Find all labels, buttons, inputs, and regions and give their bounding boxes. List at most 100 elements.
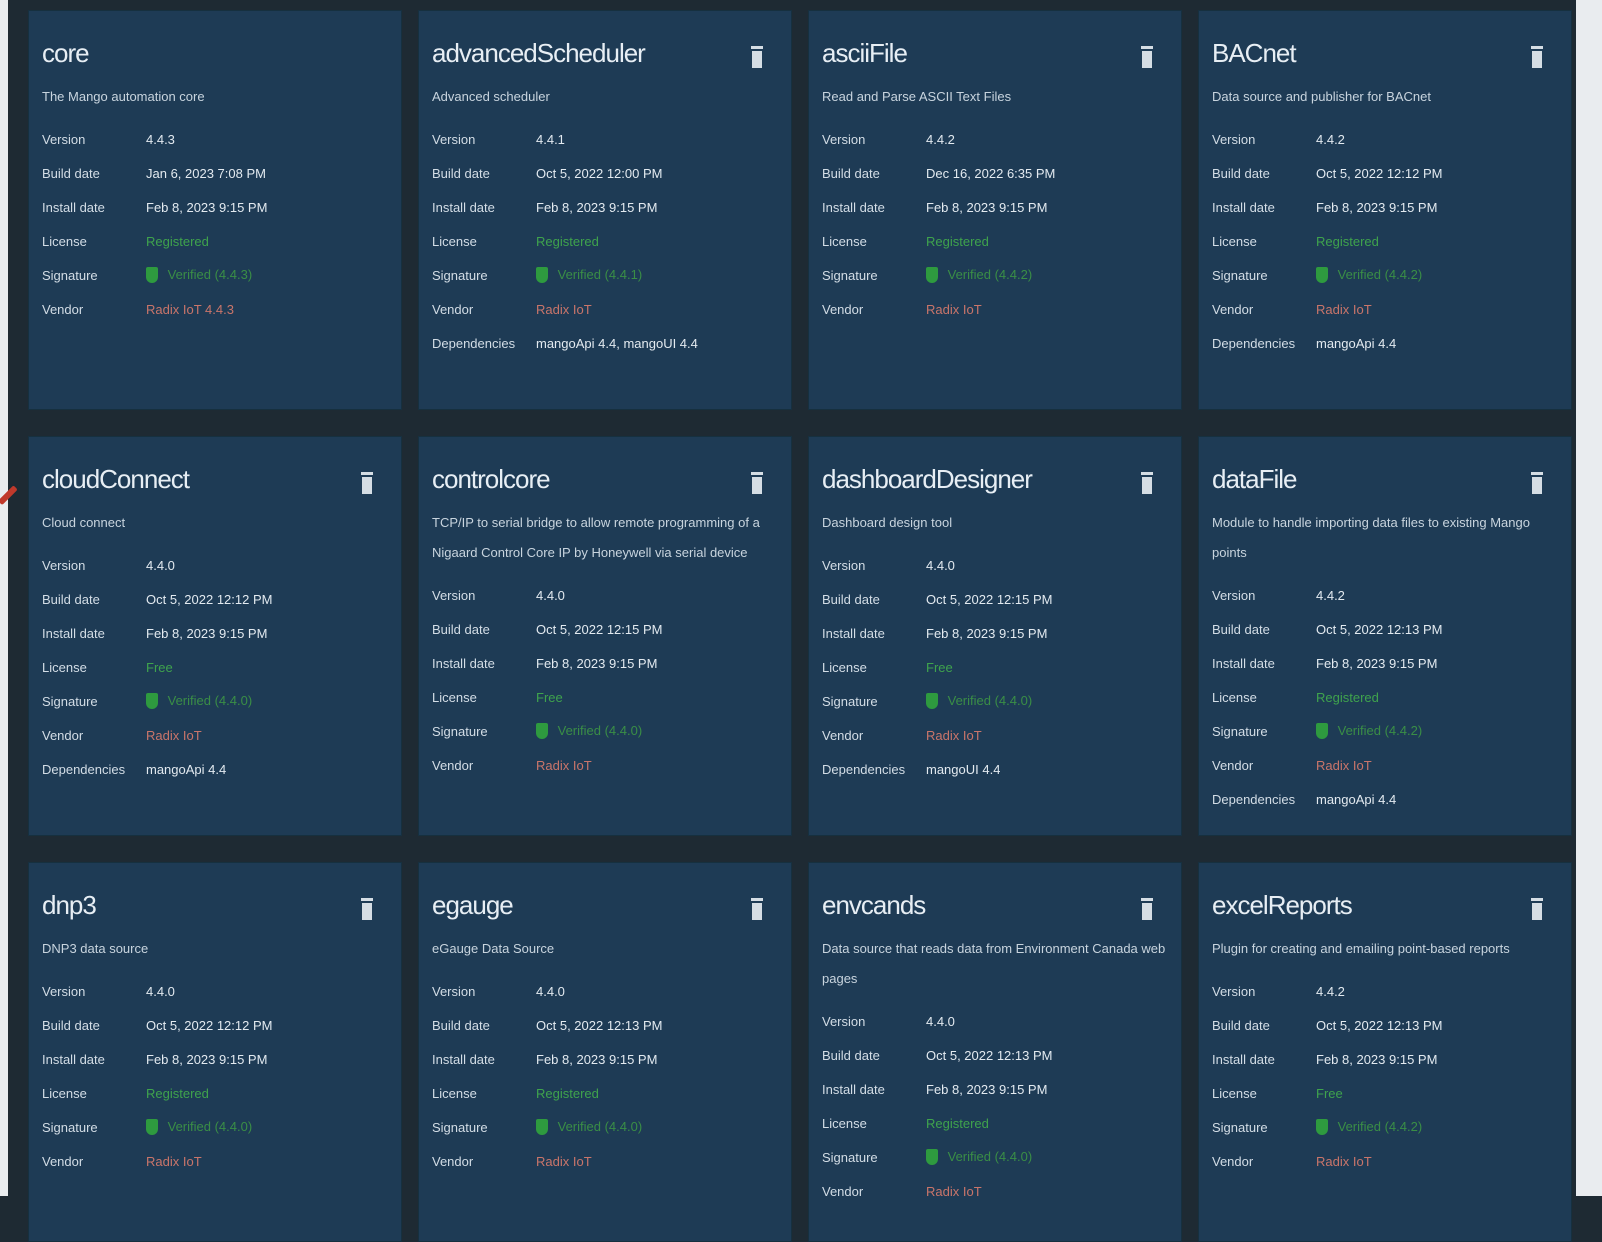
version-value: 4.4.0 [536, 587, 565, 603]
license-value: Free [926, 659, 953, 675]
version-label: Version [432, 587, 476, 603]
build-date-row: Build date Oct 5, 2022 12:13 PM [1212, 612, 1558, 646]
delete-icon[interactable] [751, 46, 763, 68]
signature-label: Signature [42, 693, 98, 709]
module-name: dnp3 [42, 890, 97, 920]
version-row: Version 4.4.0 [42, 974, 388, 1008]
signature-row: Signature Verified (4.4.2) [1212, 1110, 1558, 1144]
install-date-row: Install date Feb 8, 2023 9:15 PM [822, 616, 1168, 650]
module-name: asciiFile [822, 38, 908, 68]
license-label: License [1212, 233, 1257, 249]
vendor-value[interactable]: Radix IoT [146, 728, 202, 743]
build-date-label: Build date [42, 591, 100, 607]
license-label: License [42, 1085, 87, 1101]
build-date-label: Build date [432, 165, 490, 181]
build-date-label: Build date [42, 165, 100, 181]
dependencies-label: Dependencies [822, 761, 906, 777]
version-value: 4.4.0 [926, 1013, 955, 1029]
signature-value: Verified (4.4.2) [1337, 266, 1423, 282]
delete-icon[interactable] [751, 898, 763, 920]
vendor-label: Vendor [432, 1153, 474, 1169]
module-card: dnp3 DNP3 data source Version 4.4.0 Buil… [28, 862, 402, 1242]
shield-check-icon [1316, 1119, 1328, 1136]
delete-icon[interactable] [361, 898, 373, 920]
vendor-value[interactable]: Radix IoT [926, 1184, 982, 1199]
license-row: License Registered [42, 1076, 388, 1110]
build-date-value: Oct 5, 2022 12:13 PM [1316, 621, 1443, 637]
version-value: 4.4.3 [146, 131, 175, 147]
module-card: asciiFile Read and Parse ASCII Text File… [808, 10, 1182, 410]
build-date-value: Jan 6, 2023 7:08 PM [146, 165, 266, 181]
signature-value: Verified (4.4.2) [1337, 1118, 1423, 1134]
signature-label: Signature [822, 267, 878, 283]
module-card: excelReports Plugin for creating and ema… [1198, 862, 1572, 1242]
module-card: BACnet Data source and publisher for BAC… [1198, 10, 1572, 410]
vendor-value[interactable]: Radix IoT [926, 728, 982, 743]
shield-check-icon [1316, 723, 1328, 740]
install-date-row: Install date Feb 8, 2023 9:15 PM [1212, 1042, 1558, 1076]
vendor-value[interactable]: Radix IoT [1316, 758, 1372, 773]
vendor-value[interactable]: Radix IoT [536, 302, 592, 317]
signature-value: Verified (4.4.2) [1337, 722, 1423, 738]
license-value: Registered [146, 1085, 209, 1101]
module-description: Data source that reads data from Environ… [822, 941, 1166, 986]
module-card: dashboardDesigner Dashboard design tool … [808, 436, 1182, 836]
delete-icon[interactable] [751, 472, 763, 494]
build-date-row: Build date Oct 5, 2022 12:00 PM [432, 156, 778, 190]
shield-check-icon [146, 693, 158, 710]
signature-label: Signature [42, 1119, 98, 1135]
vendor-value[interactable]: Radix IoT [536, 758, 592, 773]
version-row: Version 4.4.3 [42, 122, 388, 156]
vendor-value[interactable]: Radix IoT [1316, 1154, 1372, 1169]
license-value: Free [146, 659, 173, 675]
version-label: Version [42, 131, 86, 147]
shield-check-icon [536, 1119, 548, 1136]
version-label: Version [42, 557, 86, 573]
delete-icon[interactable] [1531, 472, 1543, 494]
install-date-label: Install date [42, 625, 105, 641]
version-label: Version [432, 983, 476, 999]
vendor-value[interactable]: Radix IoT [536, 1154, 592, 1169]
vendor-row: Vendor Radix IoT [822, 718, 1168, 752]
vendor-row: Vendor Radix IoT [822, 1174, 1168, 1208]
vendor-row: Vendor Radix IoT [432, 292, 778, 326]
vendor-value[interactable]: Radix IoT [146, 1154, 202, 1169]
build-date-value: Oct 5, 2022 12:15 PM [926, 591, 1053, 607]
vendor-label: Vendor [822, 301, 864, 317]
dependencies-value: mangoApi 4.4, mangoUI 4.4 [536, 335, 698, 351]
vendor-row: Vendor Radix IoT [1212, 748, 1558, 782]
delete-icon[interactable] [1531, 46, 1543, 68]
delete-icon[interactable] [1531, 898, 1543, 920]
dependencies-value: mangoApi 4.4 [146, 761, 227, 777]
signature-value: Verified (4.4.0) [947, 692, 1033, 708]
delete-icon[interactable] [1141, 898, 1153, 920]
module-description: Plugin for creating and emailing point-b… [1212, 941, 1510, 956]
vendor-label: Vendor [1212, 757, 1254, 773]
install-date-row: Install date Feb 8, 2023 9:15 PM [42, 190, 388, 224]
delete-icon[interactable] [361, 472, 373, 494]
vendor-row: Vendor Radix IoT [1212, 292, 1558, 326]
delete-icon[interactable] [1141, 46, 1153, 68]
install-date-label: Install date [822, 625, 885, 641]
vendor-value[interactable]: Radix IoT [1316, 302, 1372, 317]
signature-row: Signature Verified (4.4.2) [822, 258, 1168, 292]
build-date-row: Build date Jan 6, 2023 7:08 PM [42, 156, 388, 190]
vendor-row: Vendor Radix IoT 4.4.3 [42, 292, 388, 326]
install-date-label: Install date [432, 199, 495, 215]
delete-icon[interactable] [1141, 472, 1153, 494]
signature-value: Verified (4.4.0) [557, 1118, 643, 1134]
vendor-value[interactable]: Radix IoT [926, 302, 982, 317]
version-value: 4.4.2 [926, 131, 955, 147]
version-label: Version [822, 131, 866, 147]
install-date-label: Install date [1212, 199, 1275, 215]
shield-check-icon [926, 693, 938, 710]
license-row: License Registered [432, 1076, 778, 1110]
version-value: 4.4.0 [536, 983, 565, 999]
install-date-value: Feb 8, 2023 9:15 PM [926, 199, 1048, 215]
license-label: License [822, 1115, 867, 1131]
version-label: Version [432, 131, 476, 147]
install-date-value: Feb 8, 2023 9:15 PM [536, 655, 658, 671]
vendor-value[interactable]: Radix IoT 4.4.3 [146, 302, 234, 317]
shield-check-icon [146, 1119, 158, 1136]
signature-value: Verified (4.4.0) [167, 692, 253, 708]
